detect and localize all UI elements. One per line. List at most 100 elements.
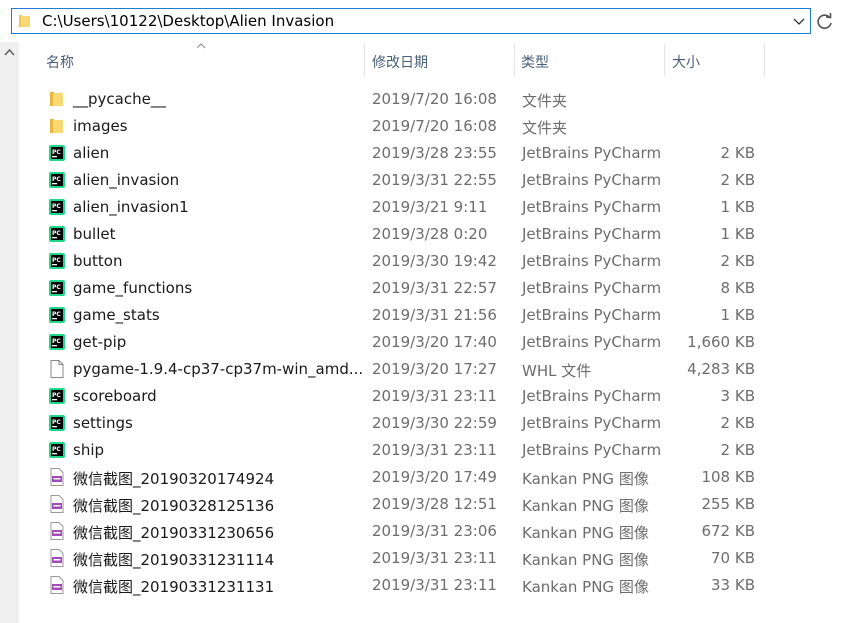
file-explorer-window: C:\Users\10122\Desktop\Alien Invasion 名称… <box>0 0 842 623</box>
file-row[interactable]: 微信截图_20190331231131 2019/3/31 23:11 Kankan… <box>19 572 839 599</box>
file-modified-date: 2019/3/31 23:06 <box>372 522 497 540</box>
file-row[interactable]: images 2019/7/20 16:08 文件夹 <box>19 113 839 140</box>
file-size: 4,283 KB <box>687 360 755 378</box>
file-modified-date: 2019/3/31 23:11 <box>372 387 497 405</box>
blank-file-icon <box>49 360 65 378</box>
svg-text:PC: PC <box>52 176 61 183</box>
file-row[interactable]: PC bullet 2019/3/28 0:20 JetBrains PyCharm 1… <box>19 221 839 248</box>
file-type: Kankan PNG 图像 <box>522 551 649 569</box>
address-bar[interactable]: C:\Users\10122\Desktop\Alien Invasion <box>11 8 811 34</box>
column-header-date[interactable]: 修改日期 <box>365 44 514 78</box>
file-type: Kankan PNG 图像 <box>522 470 649 488</box>
file-modified-date: 2019/3/31 22:57 <box>372 279 497 297</box>
file-name: 微信截图_20190331231114 <box>73 551 275 569</box>
chevron-down-icon[interactable] <box>792 13 806 29</box>
pycharm-file-icon: PC <box>49 225 65 243</box>
file-type: 文件夹 <box>522 119 568 137</box>
file-name: bullet <box>73 225 116 243</box>
pycharm-file-icon: PC <box>49 171 65 189</box>
file-name: 微信截图_20190328125136 <box>73 497 275 515</box>
file-modified-date: 2019/3/28 23:55 <box>372 144 497 162</box>
column-header-size[interactable]: 大小 <box>665 44 764 78</box>
svg-text:PC: PC <box>52 338 61 345</box>
file-size: 33 KB <box>711 576 755 594</box>
file-row[interactable]: PC button 2019/3/30 19:42 JetBrains PyCharm… <box>19 248 839 275</box>
file-name: settings <box>73 414 133 432</box>
file-row[interactable]: PC settings 2019/3/30 22:59 JetBrains PyCha… <box>19 410 839 437</box>
file-row[interactable]: PC alien 2019/3/28 23:55 JetBrains PyCharm 2… <box>19 140 839 167</box>
file-name: images <box>73 117 128 135</box>
file-type: JetBrains PyCharm <box>522 225 662 243</box>
refresh-icon[interactable] <box>815 12 835 32</box>
file-name: 微信截图_20190320174924 <box>73 470 275 488</box>
file-type: JetBrains PyCharm <box>522 171 662 189</box>
file-type: 文件夹 <box>522 92 568 110</box>
address-path[interactable]: C:\Users\10122\Desktop\Alien Invasion <box>42 12 334 30</box>
file-row[interactable]: PC alien_invasion1 2019/3/21 9:11 JetBrains… <box>19 194 839 221</box>
file-modified-date: 2019/3/31 23:11 <box>372 576 497 594</box>
pycharm-file-icon: PC <box>49 414 65 432</box>
file-type: JetBrains PyCharm <box>522 387 662 405</box>
file-size: 255 KB <box>701 495 755 513</box>
file-name: alien_invasion <box>73 171 180 189</box>
svg-text:PC: PC <box>52 392 61 399</box>
file-size: 1 KB <box>720 198 755 216</box>
file-name: 微信截图_20190331230656 <box>73 524 275 542</box>
file-name: alien_invasion1 <box>73 198 189 216</box>
file-row[interactable]: 微信截图_20190320174924 2019/3/20 17:49 Kankan… <box>19 464 839 491</box>
scroll-up-arrow-icon[interactable] <box>4 48 15 56</box>
svg-text:PC: PC <box>52 230 61 237</box>
svg-text:PC: PC <box>52 446 61 453</box>
file-name: alien <box>73 144 110 162</box>
file-row[interactable]: PC scoreboard 2019/3/31 23:11 JetBrains PyC… <box>19 383 839 410</box>
pycharm-file-icon: PC <box>49 333 65 351</box>
folder-icon <box>19 15 30 27</box>
file-name: game_stats <box>73 306 160 324</box>
column-header-name[interactable]: 名称 <box>19 44 364 78</box>
file-row[interactable]: pygame-1.9.4-cp37-cp37m-win_amd... 2019/3… <box>19 356 839 383</box>
file-type: JetBrains PyCharm <box>522 441 662 459</box>
file-modified-date: 2019/3/28 12:51 <box>372 495 497 513</box>
file-row[interactable]: PC get-pip 2019/3/20 17:40 JetBrains PyChar… <box>19 329 839 356</box>
file-size: 1,660 KB <box>687 333 755 351</box>
file-row[interactable]: PC game_stats 2019/3/31 21:56 JetBrains PyC… <box>19 302 839 329</box>
file-size: 1 KB <box>720 306 755 324</box>
file-name: pygame-1.9.4-cp37-cp37m-win_amd... <box>73 360 364 378</box>
file-size: 2 KB <box>720 414 755 432</box>
file-modified-date: 2019/3/21 9:11 <box>372 198 488 216</box>
file-size: 2 KB <box>720 252 755 270</box>
file-row[interactable]: PC alien_invasion 2019/3/31 22:55 JetBrains… <box>19 167 839 194</box>
file-row[interactable]: PC ship 2019/3/31 23:11 JetBrains PyCharm 2 … <box>19 437 839 464</box>
folder-icon <box>49 90 65 108</box>
file-row[interactable]: PC game_functions 2019/3/31 22:57 JetBrains… <box>19 275 839 302</box>
file-name: ship <box>73 441 105 459</box>
file-size: 2 KB <box>720 441 755 459</box>
svg-text:PC: PC <box>52 419 61 426</box>
file-name: button <box>73 252 123 270</box>
file-modified-date: 2019/3/31 23:11 <box>372 441 497 459</box>
svg-text:PC: PC <box>52 149 61 156</box>
column-divider[interactable] <box>764 44 765 76</box>
file-row[interactable]: 微信截图_20190331230656 2019/3/31 23:06 Kankan… <box>19 518 839 545</box>
file-row[interactable]: 微信截图_20190331231114 2019/3/31 23:11 Kankan… <box>19 545 839 572</box>
file-name: scoreboard <box>73 387 157 405</box>
png-file-icon <box>49 576 65 594</box>
file-size: 2 KB <box>720 144 755 162</box>
scrollbar[interactable] <box>0 42 19 623</box>
pycharm-file-icon: PC <box>49 198 65 216</box>
file-modified-date: 2019/3/30 19:42 <box>372 252 497 270</box>
file-type: JetBrains PyCharm <box>522 252 662 270</box>
file-row[interactable]: __pycache__ 2019/7/20 16:08 文件夹 <box>19 86 839 113</box>
file-type: WHL 文件 <box>522 362 592 380</box>
file-row[interactable]: 微信截图_20190328125136 2019/3/28 12:51 Kankan… <box>19 491 839 518</box>
file-name: get-pip <box>73 333 127 351</box>
pycharm-file-icon: PC <box>49 387 65 405</box>
column-header-type[interactable]: 类型 <box>515 44 664 78</box>
svg-text:PC: PC <box>52 284 61 291</box>
file-modified-date: 2019/3/28 0:20 <box>372 225 488 243</box>
file-modified-date: 2019/7/20 16:08 <box>372 90 497 108</box>
pycharm-file-icon: PC <box>49 441 65 459</box>
file-type: JetBrains PyCharm <box>522 306 662 324</box>
png-file-icon <box>49 468 65 486</box>
file-type: Kankan PNG 图像 <box>522 578 649 596</box>
